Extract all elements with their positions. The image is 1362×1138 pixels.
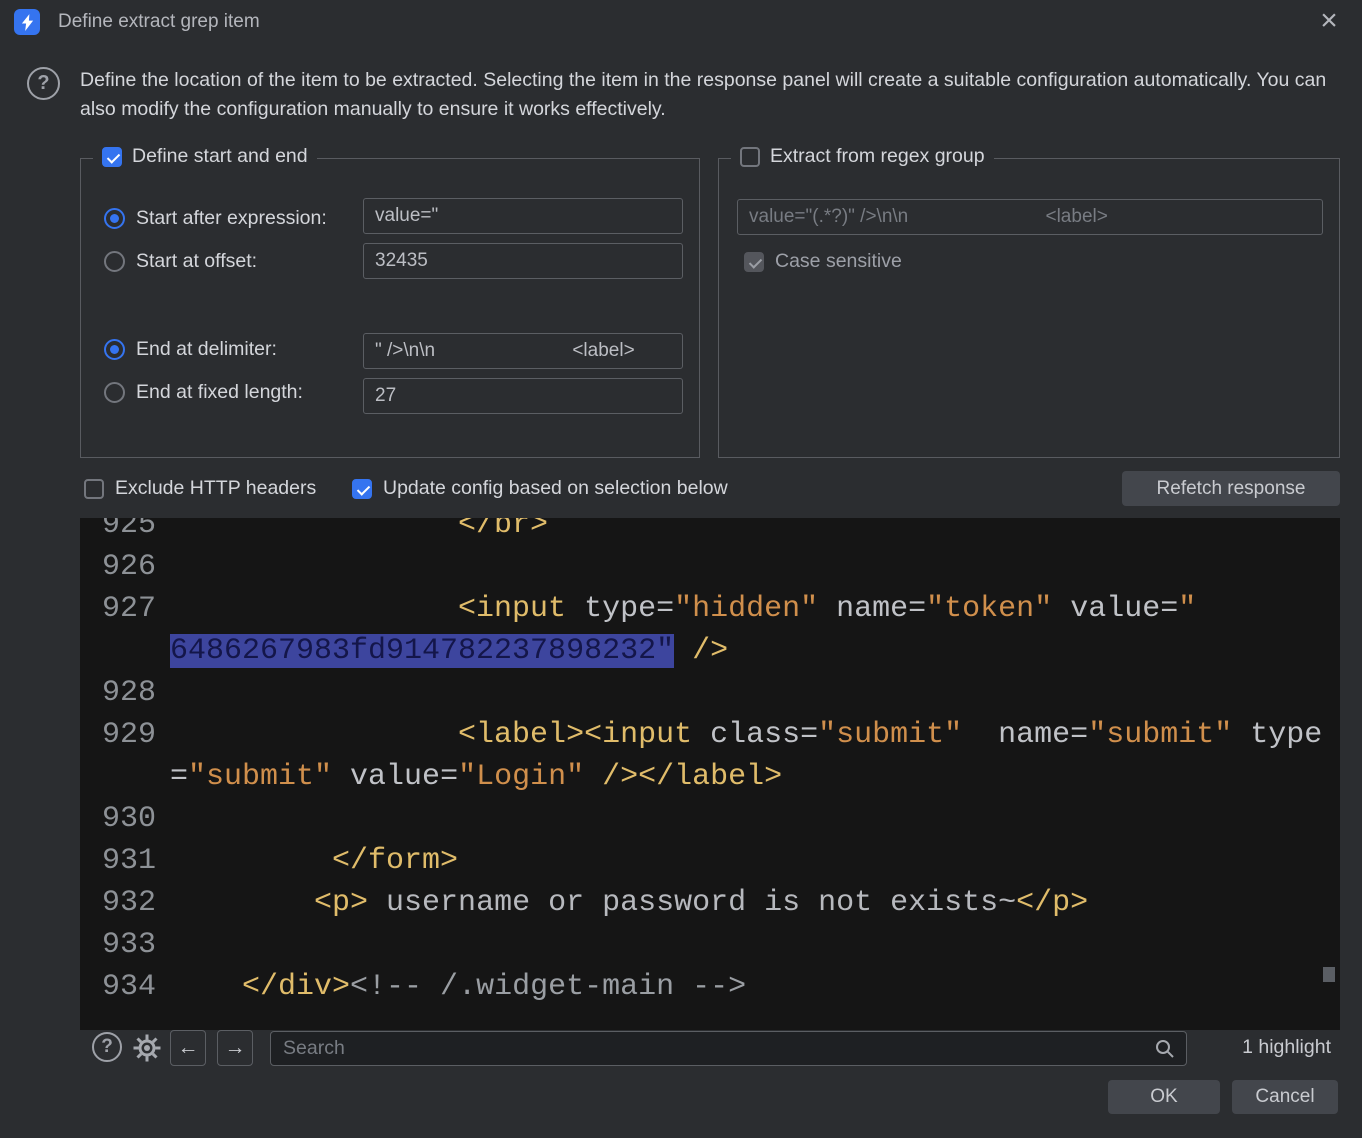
close-icon[interactable]: × <box>1310 2 1348 40</box>
line-number: 925 <box>101 518 156 542</box>
gear-icon[interactable] <box>132 1033 162 1063</box>
help-icon: ? <box>27 67 60 100</box>
start-at-offset-radio[interactable] <box>104 251 125 272</box>
cancel-button[interactable]: Cancel <box>1232 1080 1338 1114</box>
code-row: 926 <box>80 546 1340 588</box>
start-at-offset-label: Start at offset: <box>136 250 258 272</box>
end-at-delimiter-input[interactable] <box>363 333 683 369</box>
refetch-response-button[interactable]: Refetch response <box>1122 471 1340 506</box>
end-at-fixed-length-label: End at fixed length: <box>136 381 303 403</box>
update-config-checkbox[interactable] <box>352 478 372 499</box>
code-row: 933 <box>80 924 1340 966</box>
code-line-text: <p> username or password is not exists~<… <box>314 886 1089 920</box>
code-row: 930 <box>80 798 1340 840</box>
search-icon[interactable] <box>1154 1038 1176 1060</box>
extract-regex-label: Extract from regex group <box>770 145 985 167</box>
code-row: 929 <label><input class="submit" name="s… <box>80 714 1340 756</box>
line-number: 932 <box>101 886 156 920</box>
line-number: 929 <box>101 718 156 752</box>
line-number: 927 <box>101 592 156 626</box>
lightning-bolt-icon <box>21 13 33 31</box>
search-toolbar: ? ← → 1 highlight <box>80 1030 1340 1068</box>
code-row: 934 </div><!-- /.widget-main --> <box>80 966 1340 1008</box>
start-after-expression-label: Start after expression: <box>136 207 327 229</box>
search-field <box>270 1031 1187 1066</box>
next-match-button[interactable]: → <box>217 1030 253 1066</box>
code-line-text: ="submit" value="Login" /></label> <box>170 760 783 794</box>
end-at-delimiter-radio[interactable] <box>104 339 125 360</box>
response-code: 925 </br> 926 927 <input type="hidden" nam… <box>80 518 1340 1008</box>
ok-button[interactable]: OK <box>1108 1080 1220 1114</box>
response-panel[interactable]: 925 </br> 926 927 <input type="hidden" nam… <box>80 518 1340 1030</box>
code-row: 928 <box>80 672 1340 714</box>
exclude-http-headers-checkbox[interactable] <box>84 478 104 499</box>
line-number <box>80 630 156 672</box>
code-row: 931 </form> <box>80 840 1340 882</box>
line-number: 934 <box>101 970 156 1004</box>
start-after-expression-input[interactable] <box>363 198 683 234</box>
end-at-fixed-length-radio[interactable] <box>104 382 125 403</box>
regex-pattern-input[interactable] <box>737 199 1323 235</box>
code-row: 925 </br> <box>80 518 1340 546</box>
update-config-label: Update config based on selection below <box>383 477 728 499</box>
code-line-text: </form> <box>332 844 459 878</box>
line-number: 931 <box>101 844 156 878</box>
previous-match-button[interactable]: ← <box>170 1030 206 1066</box>
define-start-end-label: Define start and end <box>132 145 308 167</box>
define-start-end-checkbox[interactable] <box>102 146 122 167</box>
end-at-delimiter-label: End at delimiter: <box>136 338 277 360</box>
intro-description: Define the location of the item to be ex… <box>80 69 1327 120</box>
end-at-fixed-length-input[interactable] <box>363 378 683 414</box>
code-row: ="submit" value="Login" /></label> <box>80 756 1340 798</box>
code-row: 6486267983fd914782237898232" /> <box>80 630 1340 672</box>
extract-regex-group: Extract from regex group Case sensitive <box>718 145 1340 458</box>
highlight-count-label: 1 highlight <box>1242 1036 1331 1058</box>
code-line-text: 6486267983fd914782237898232" /> <box>170 634 729 668</box>
line-number: 930 <box>101 802 156 836</box>
code-row: 932 <p> username or password is not exis… <box>80 882 1340 924</box>
search-input[interactable] <box>271 1032 1154 1065</box>
exclude-http-headers-label: Exclude HTTP headers <box>115 477 317 499</box>
code-line-text: </br> <box>458 518 549 542</box>
case-sensitive-label: Case sensitive <box>775 250 902 272</box>
search-help-icon[interactable]: ? <box>92 1032 122 1062</box>
lightning-app-icon <box>14 9 40 35</box>
code-line-text: <label><input class="submit" name="submi… <box>458 718 1323 752</box>
scrollbar-thumb[interactable] <box>1323 967 1335 982</box>
start-after-expression-radio[interactable] <box>104 208 125 229</box>
code-line-text: </div><!-- /.widget-main --> <box>242 970 747 1004</box>
line-number <box>80 756 156 798</box>
line-number: 933 <box>101 928 156 962</box>
extract-regex-checkbox[interactable] <box>740 146 760 167</box>
line-number: 928 <box>101 676 156 710</box>
case-sensitive-checkbox <box>744 251 764 272</box>
code-row: 927 <input type="hidden" name="token" va… <box>80 588 1340 630</box>
start-at-offset-input[interactable] <box>363 243 683 279</box>
code-line-text: <input type="hidden" name="token" value=… <box>458 592 1197 626</box>
define-extract-grep-item-dialog: Define extract grep item × ? Define the … <box>0 0 1362 1138</box>
line-number: 926 <box>101 550 156 584</box>
dialog-title: Define extract grep item <box>58 11 260 32</box>
define-start-end-group: Define start and end Start after express… <box>80 145 700 458</box>
